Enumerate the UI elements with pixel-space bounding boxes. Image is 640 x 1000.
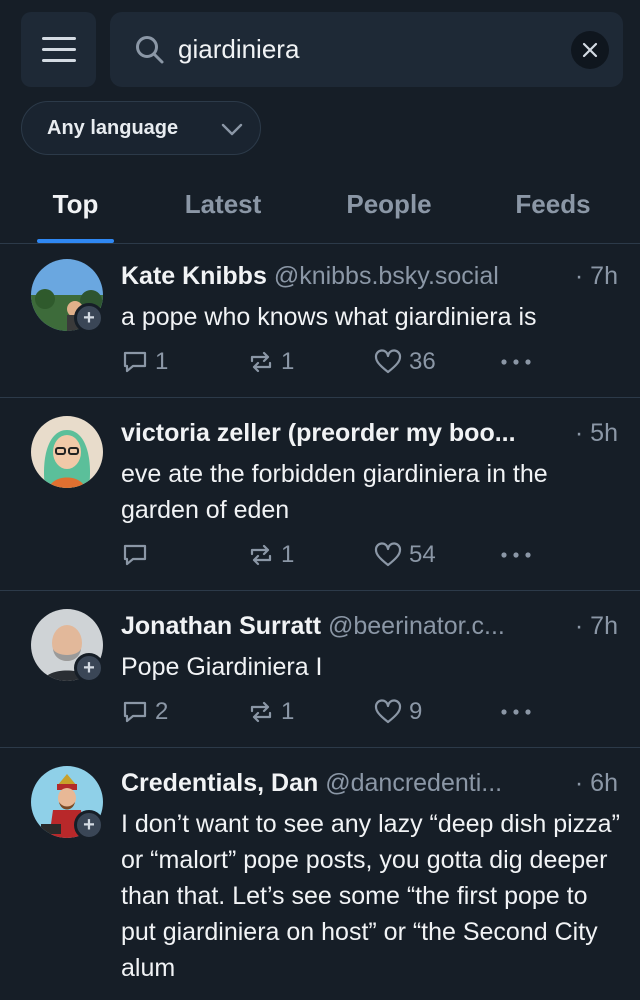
heart-icon bbox=[374, 349, 402, 374]
tab-label: Latest bbox=[184, 189, 262, 219]
repost-icon bbox=[250, 701, 272, 723]
reply-count: 2 bbox=[155, 698, 169, 725]
tab-label: Feeds bbox=[515, 189, 591, 219]
reply-icon bbox=[123, 701, 147, 723]
heart-icon bbox=[374, 699, 402, 724]
post-text: a pope who knows what giardiniera is bbox=[121, 303, 537, 331]
more-icon bbox=[501, 709, 531, 715]
author-name[interactable]: Kate Knibbs bbox=[121, 262, 267, 290]
repost-button[interactable]: 1 bbox=[247, 695, 294, 729]
like-count: 9 bbox=[409, 698, 423, 725]
repost-icon bbox=[250, 544, 272, 566]
clear-search-button[interactable] bbox=[571, 31, 609, 69]
chevron-down-icon bbox=[221, 123, 243, 136]
reply-icon bbox=[123, 351, 147, 373]
repost-button[interactable]: 1 bbox=[247, 345, 294, 379]
post-item[interactable]: + Credentials, Dan @dancredenti... · 6h … bbox=[0, 748, 640, 1000]
post-time: · 6h bbox=[568, 766, 618, 800]
post-time: · 7h bbox=[568, 609, 618, 643]
like-count: 54 bbox=[409, 541, 436, 568]
menu-button[interactable] bbox=[21, 12, 96, 87]
post-item[interactable]: + Jonathan Surratt @beerinator.c... · 7h… bbox=[0, 591, 640, 748]
reply-button[interactable]: 2 bbox=[121, 695, 168, 729]
heart-icon bbox=[374, 542, 402, 567]
more-options-button[interactable] bbox=[499, 695, 533, 729]
hamburger-line bbox=[41, 59, 76, 62]
author-name[interactable]: victoria zeller (preorder my boo... bbox=[121, 419, 516, 447]
active-tab-indicator bbox=[37, 239, 114, 243]
repost-icon bbox=[250, 351, 272, 373]
author-handle[interactable]: @knibbs.bsky.social bbox=[274, 262, 499, 290]
search-query: giardiniera bbox=[178, 34, 300, 64]
close-icon bbox=[582, 42, 598, 58]
follow-plus-icon[interactable]: + bbox=[74, 303, 104, 333]
follow-plus-icon[interactable]: + bbox=[74, 653, 104, 683]
search-icon bbox=[136, 36, 164, 64]
search-tabs: Top Latest People Feeds bbox=[0, 168, 640, 244]
more-icon bbox=[501, 552, 531, 558]
post-text: I don’t want to see any lazy “deep dish … bbox=[121, 810, 620, 982]
like-button[interactable]: 54 bbox=[373, 538, 436, 572]
reply-button[interactable] bbox=[121, 538, 155, 572]
post-header: victoria zeller (preorder my boo... · 5h bbox=[121, 416, 618, 450]
author-name[interactable]: Credentials, Dan bbox=[121, 769, 318, 797]
post-item[interactable]: + Kate Knibbs @knibbs.bsky.social · 7h a… bbox=[0, 245, 640, 398]
author-handle[interactable]: @dancredenti... bbox=[325, 769, 502, 797]
avatar[interactable] bbox=[31, 416, 103, 488]
tab-latest[interactable]: Latest bbox=[168, 168, 278, 244]
post-header: Credentials, Dan @dancredenti... · 6h bbox=[121, 766, 618, 800]
post-text: eve ate the forbidden giardiniera in the… bbox=[121, 460, 548, 524]
repost-count: 1 bbox=[281, 698, 295, 725]
reply-icon bbox=[123, 544, 147, 566]
tab-label: People bbox=[346, 189, 432, 219]
post-text: Pope Giardiniera I bbox=[121, 653, 323, 681]
language-select[interactable]: Any language bbox=[21, 101, 261, 155]
reply-button[interactable]: 1 bbox=[121, 345, 168, 379]
post-header: Jonathan Surratt @beerinator.c... · 7h bbox=[121, 609, 618, 643]
like-button[interactable]: 36 bbox=[373, 345, 436, 379]
post-time: · 7h bbox=[568, 259, 618, 293]
repost-button[interactable]: 1 bbox=[247, 538, 294, 572]
post-header: Kate Knibbs @knibbs.bsky.social · 7h bbox=[121, 259, 618, 293]
more-options-button[interactable] bbox=[499, 345, 533, 379]
hamburger-line bbox=[41, 37, 76, 40]
avatar-image bbox=[31, 416, 103, 488]
follow-plus-icon[interactable]: + bbox=[74, 810, 104, 840]
hamburger-line bbox=[41, 48, 76, 51]
tab-top[interactable]: Top bbox=[37, 168, 114, 244]
language-select-label: Any language bbox=[47, 117, 179, 139]
tab-people[interactable]: People bbox=[330, 168, 448, 244]
post-item[interactable]: victoria zeller (preorder my boo... · 5h… bbox=[0, 398, 640, 591]
more-options-button[interactable] bbox=[499, 538, 533, 572]
reply-count: 1 bbox=[155, 348, 169, 375]
more-icon bbox=[501, 359, 531, 365]
post-time: · 5h bbox=[568, 416, 618, 450]
author-handle[interactable]: @beerinator.c... bbox=[328, 612, 505, 640]
search-input[interactable]: giardiniera bbox=[110, 12, 623, 87]
like-count: 36 bbox=[409, 348, 436, 375]
tab-label: Top bbox=[52, 189, 99, 219]
like-button[interactable]: 9 bbox=[373, 695, 422, 729]
top-bar: giardiniera bbox=[0, 0, 640, 100]
repost-count: 1 bbox=[281, 348, 295, 375]
author-name[interactable]: Jonathan Surratt bbox=[121, 612, 321, 640]
repost-count: 1 bbox=[281, 541, 295, 568]
tab-feeds[interactable]: Feeds bbox=[500, 168, 606, 244]
